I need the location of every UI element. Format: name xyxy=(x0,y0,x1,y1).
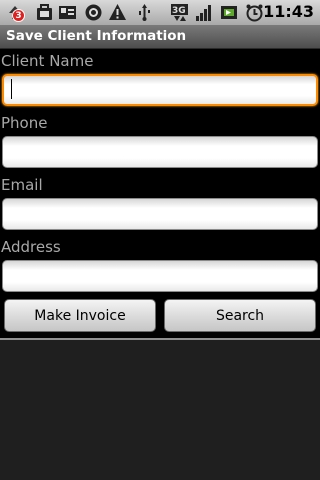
client-name-input[interactable] xyxy=(2,74,318,106)
status-bar: 3 3G 11:43 xyxy=(0,0,320,25)
client-name-label: Client Name xyxy=(1,52,94,70)
address-input[interactable] xyxy=(2,260,318,292)
empty-area xyxy=(0,340,320,480)
briefcase-icon xyxy=(37,4,52,20)
warning-icon xyxy=(109,4,126,20)
make-invoice-button[interactable]: Make Invoice xyxy=(4,299,156,332)
signal-icon xyxy=(196,5,211,21)
battery-icon xyxy=(221,6,237,19)
alarm-icon xyxy=(246,4,263,22)
email-input[interactable] xyxy=(2,198,318,230)
text-caret xyxy=(11,79,12,99)
svg-text:3G: 3G xyxy=(172,6,186,16)
card-icon xyxy=(59,6,76,19)
notification-badge: 3 xyxy=(12,9,25,22)
title-bar: Save Client Information xyxy=(0,25,320,49)
address-label: Address xyxy=(1,238,61,256)
phone-label: Phone xyxy=(1,114,48,132)
page-title: Save Client Information xyxy=(6,28,187,44)
phone-input[interactable] xyxy=(2,136,318,168)
3g-icon: 3G xyxy=(171,4,188,21)
usb-icon xyxy=(139,4,150,21)
status-time: 11:43 xyxy=(263,2,314,21)
search-button[interactable]: Search xyxy=(164,299,316,332)
at-icon xyxy=(85,4,102,21)
email-label: Email xyxy=(1,176,43,194)
